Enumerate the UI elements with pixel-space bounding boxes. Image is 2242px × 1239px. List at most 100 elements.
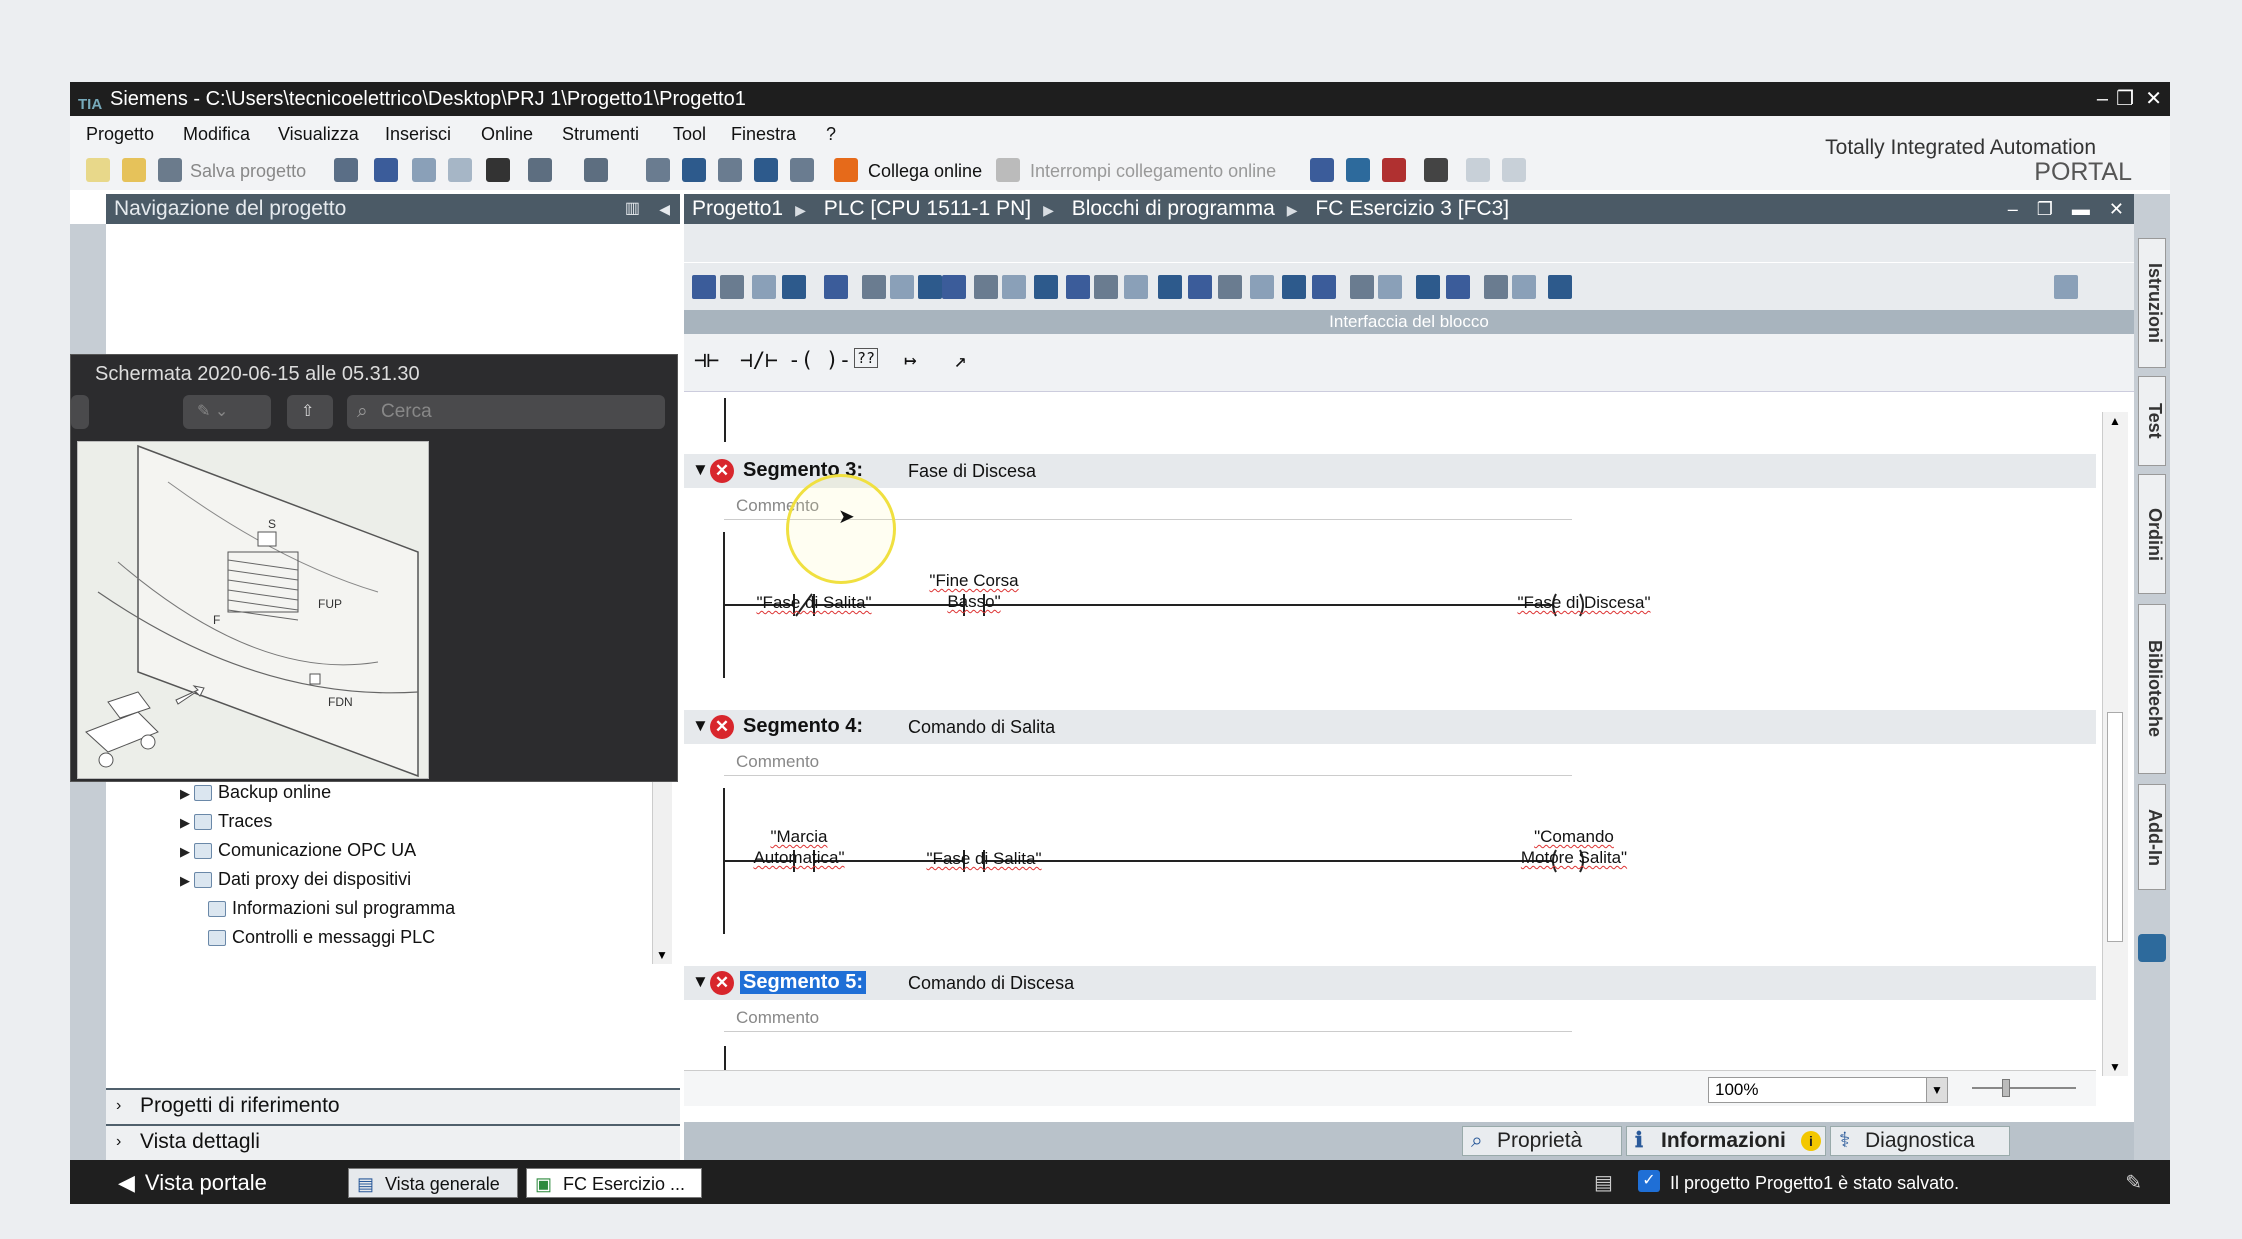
menu-progetto[interactable]: Progetto bbox=[86, 124, 154, 145]
sync-icon[interactable] bbox=[1512, 275, 1536, 299]
tree-item[interactable]: ▶ Traces bbox=[180, 807, 272, 835]
step-over-icon[interactable] bbox=[1250, 275, 1274, 299]
show-all-comments-icon[interactable] bbox=[862, 275, 886, 299]
segment-3-coil[interactable]: "Fase di Discesa" bbox=[1494, 592, 1674, 613]
empty-box-button[interactable]: ?? bbox=[854, 348, 879, 368]
tab-test[interactable]: Test bbox=[2138, 376, 2166, 466]
collapse-panel-icon[interactable]: ◀ bbox=[659, 194, 670, 224]
paste-icon[interactable] bbox=[448, 158, 472, 182]
scroll-thumb[interactable] bbox=[2107, 712, 2123, 942]
print-icon[interactable] bbox=[334, 158, 358, 182]
portal-view-button[interactable]: ◀ Vista portale bbox=[118, 1170, 267, 1196]
no-contact-button[interactable]: ⊣⊢ bbox=[694, 348, 719, 372]
stop-icon[interactable] bbox=[1188, 275, 1212, 299]
save-project-button[interactable]: Salva progetto bbox=[190, 161, 306, 182]
block-interface-bar[interactable]: Interfaccia del blocco bbox=[684, 310, 2134, 334]
breadcrumb-project[interactable]: Progetto1 bbox=[692, 197, 783, 220]
breadcrumb-block[interactable]: FC Esercizio 3 [FC3] bbox=[1315, 197, 1509, 220]
redo-icon[interactable] bbox=[584, 158, 608, 182]
save-icon[interactable] bbox=[158, 158, 182, 182]
taskbar-fc-block[interactable]: ▣ FC Esercizio ... bbox=[526, 1168, 702, 1198]
reference-projects-section-bar[interactable]: › Progetti di riferimento bbox=[106, 1088, 680, 1124]
next-error-icon[interactable] bbox=[1446, 275, 1470, 299]
autofill-icon[interactable] bbox=[1094, 275, 1118, 299]
menu-inserisci[interactable]: Inserisci bbox=[385, 124, 451, 145]
zoom-slider-thumb[interactable] bbox=[2002, 1079, 2010, 1097]
zoom-slider[interactable] bbox=[1972, 1087, 2076, 1089]
breadcrumb-program-blocks[interactable]: Blocchi di programma bbox=[1072, 197, 1275, 220]
menu-tool[interactable]: Tool bbox=[673, 124, 706, 145]
settings-icon[interactable] bbox=[1548, 275, 1572, 299]
status-tool-icon[interactable]: ✎ bbox=[2125, 1170, 2142, 1195]
editor-scrollbar[interactable]: ▲ ▼ bbox=[2102, 412, 2128, 1076]
zoom-dropdown-icon[interactable]: ▼ bbox=[1926, 1077, 1948, 1103]
undo-icon[interactable] bbox=[528, 158, 552, 182]
tab-libraries[interactable]: Biblioteche bbox=[2138, 604, 2166, 774]
cut-icon[interactable] bbox=[374, 158, 398, 182]
step-icon[interactable] bbox=[1218, 275, 1242, 299]
tab-add-ins[interactable]: Add-In bbox=[2138, 784, 2166, 890]
simulation-icon[interactable] bbox=[754, 158, 778, 182]
segment-3-contact-2[interactable]: "Fine Corsa Basso" bbox=[924, 570, 1024, 612]
tag-information-icon[interactable] bbox=[942, 275, 966, 299]
open-all-networks-icon[interactable] bbox=[1034, 275, 1058, 299]
close-all-networks-icon[interactable] bbox=[1066, 275, 1090, 299]
close-branch-button[interactable]: ↗ bbox=[954, 348, 967, 372]
segment-4-comment[interactable]: Commento bbox=[724, 752, 1572, 776]
download-icon[interactable] bbox=[682, 158, 706, 182]
breadcrumb-plc[interactable]: PLC [CPU 1511-1 PN] bbox=[824, 197, 1031, 220]
segment-5-comment[interactable]: Commento bbox=[724, 1008, 1572, 1032]
panel-layout-icon[interactable]: ▥ bbox=[625, 194, 640, 224]
open-branch-button[interactable]: ↦ bbox=[904, 348, 917, 372]
nc-contact-button[interactable]: ⊣/⊢ bbox=[740, 348, 778, 372]
delete-icon[interactable] bbox=[486, 158, 510, 182]
tree-item[interactable]: ▶ Comunicazione OPC UA bbox=[180, 836, 416, 864]
segment-3-contact-1[interactable]: "Fase di Salita" bbox=[744, 592, 884, 613]
menu-online[interactable]: Online bbox=[481, 124, 533, 145]
menu-strumenti[interactable]: Strumenti bbox=[562, 124, 639, 145]
segment-5-description[interactable]: Comando di Discesa bbox=[908, 973, 1074, 994]
menu-visualizza[interactable]: Visualizza bbox=[278, 124, 359, 145]
collapse-segment-icon[interactable]: ▼ bbox=[692, 972, 709, 992]
open-project-icon[interactable] bbox=[122, 158, 146, 182]
upload-icon[interactable] bbox=[718, 158, 742, 182]
coil-button[interactable]: -( )- bbox=[788, 348, 851, 372]
disconnect-online-button[interactable]: Interrompi collegamento online bbox=[1030, 161, 1276, 182]
segment-3-header[interactable]: ▼ ✕ Segmento 3: Fase di Discesa bbox=[684, 454, 2096, 488]
absolute-operand-icon[interactable] bbox=[918, 275, 942, 299]
split-vertical-icon[interactable] bbox=[1502, 158, 1526, 182]
favorites-icon[interactable] bbox=[824, 275, 848, 299]
breakpoint-icon[interactable] bbox=[1312, 275, 1336, 299]
cross-reference-icon[interactable] bbox=[1424, 158, 1448, 182]
network-comments-icon[interactable] bbox=[890, 275, 914, 299]
menu-finestra[interactable]: Finestra bbox=[731, 124, 796, 145]
share-button[interactable]: ⇧ bbox=[287, 395, 333, 429]
show-favorites-icon[interactable] bbox=[974, 275, 998, 299]
tree-item[interactable]: ▶ Backup online bbox=[180, 778, 331, 806]
connect-online-button[interactable]: Collega online bbox=[868, 161, 982, 182]
continue-icon[interactable] bbox=[1282, 275, 1306, 299]
tree-item[interactable]: ▶ Dati proxy dei dispositivi bbox=[180, 865, 411, 893]
split-horizontal-icon[interactable] bbox=[1466, 158, 1490, 182]
maximize-editor-icon[interactable] bbox=[2054, 275, 2078, 299]
zoom-select[interactable]: 100% bbox=[1708, 1077, 1948, 1103]
tab-instructions[interactable]: Istruzioni bbox=[2138, 238, 2166, 368]
tab-tasks[interactable]: Ordini bbox=[2138, 474, 2166, 594]
overview-icon[interactable] bbox=[2138, 934, 2166, 962]
stop-cpu-icon[interactable] bbox=[1382, 158, 1406, 182]
markup-pen-button[interactable]: ✎ ⌄ bbox=[183, 395, 271, 429]
editor-maximize-icon[interactable]: ▬ bbox=[2072, 199, 2090, 219]
go-offline-icon[interactable] bbox=[996, 158, 1020, 182]
add-row-icon[interactable] bbox=[782, 275, 806, 299]
clear-breakpoint-icon[interactable] bbox=[1350, 275, 1374, 299]
segment-3-description[interactable]: Fase di Discesa bbox=[908, 461, 1036, 482]
tree-item[interactable]: Informazioni sul programma bbox=[194, 894, 455, 922]
break-icon[interactable] bbox=[1158, 275, 1182, 299]
editor-minimize-icon[interactable]: – bbox=[2008, 199, 2018, 219]
editor-close-icon[interactable]: ✕ bbox=[2109, 199, 2124, 219]
monitor-icon[interactable] bbox=[1124, 275, 1148, 299]
delete-network-icon[interactable] bbox=[720, 275, 744, 299]
scroll-down-icon[interactable]: ▼ bbox=[656, 948, 668, 962]
expand-arrow-icon[interactable]: ▶ bbox=[180, 809, 194, 837]
zoom-tool-icon[interactable] bbox=[1002, 275, 1026, 299]
